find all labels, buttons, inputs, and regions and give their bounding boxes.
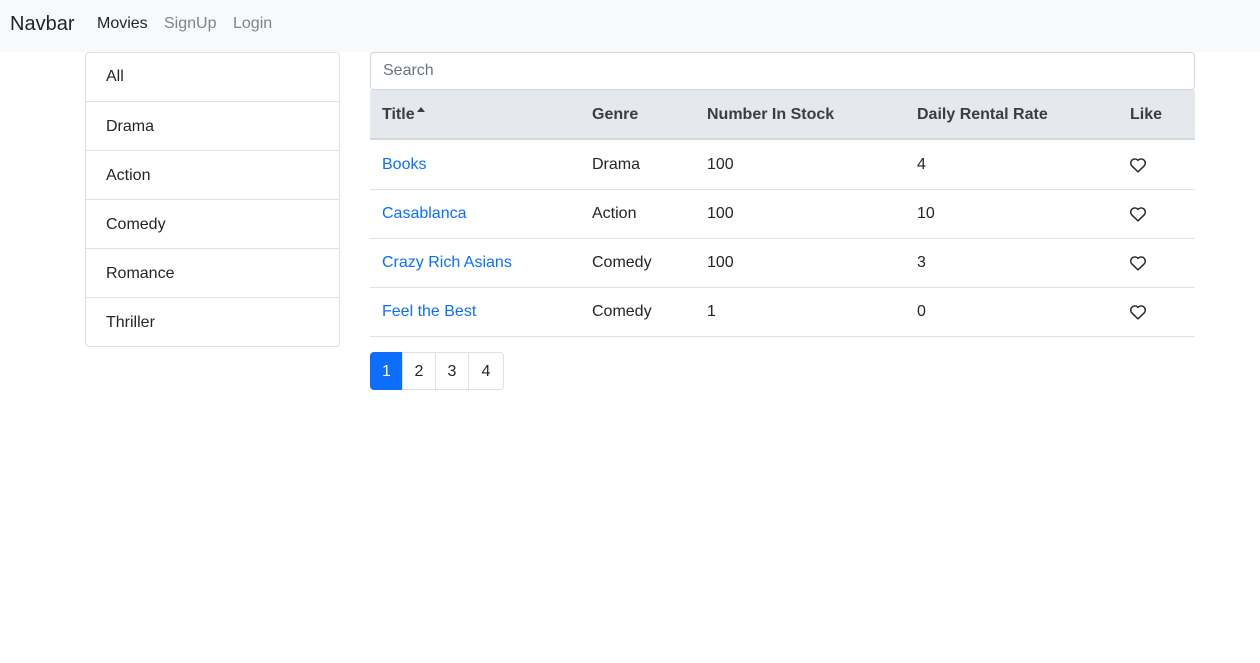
sort-ascending-icon <box>416 107 425 112</box>
table-row: Crazy Rich Asians Comedy 100 3 <box>370 239 1195 288</box>
heart-outline-icon[interactable] <box>1129 255 1147 271</box>
movie-title-link[interactable]: Casablanca <box>382 205 467 223</box>
page-link-2[interactable]: 2 <box>402 352 436 390</box>
page-link-4[interactable]: 4 <box>468 352 504 390</box>
navbar: Navbar Movies SignUp Login <box>0 0 1260 52</box>
movie-stock: 1 <box>707 303 716 320</box>
heart-outline-icon[interactable] <box>1129 304 1147 320</box>
movie-rate: 4 <box>917 156 926 173</box>
movie-genre: Comedy <box>592 254 652 271</box>
genre-item-action[interactable]: Action <box>86 150 339 199</box>
table-header: Title Genre Number In Stock Daily Rental… <box>370 90 1195 140</box>
movie-title-link[interactable]: Books <box>382 156 426 174</box>
heart-outline-icon[interactable] <box>1129 157 1147 173</box>
genre-item-thriller[interactable]: Thriller <box>86 297 339 346</box>
column-header-title-label: Title <box>382 106 415 123</box>
column-header-genre[interactable]: Genre <box>592 106 638 124</box>
genre-list: All Drama Action Comedy Romance Thriller <box>85 52 340 347</box>
navbar-brand[interactable]: Navbar <box>10 12 74 36</box>
pagination: 1 2 3 4 <box>370 352 504 390</box>
genre-item-drama[interactable]: Drama <box>86 101 339 150</box>
movie-rate: 0 <box>917 303 926 320</box>
movie-genre: Drama <box>592 156 641 173</box>
table-row: Books Drama 100 4 <box>370 141 1195 190</box>
nav-link-movies[interactable]: Movies <box>97 14 148 34</box>
movie-title-link[interactable]: Feel the Best <box>382 303 476 321</box>
column-header-title[interactable]: Title <box>382 106 425 124</box>
search-input[interactable] <box>370 52 1195 90</box>
column-header-like: Like <box>1130 106 1163 123</box>
table-row: Casablanca Action 100 10 <box>370 190 1195 239</box>
movie-genre: Action <box>592 205 637 222</box>
movie-stock: 100 <box>707 205 734 222</box>
nav-link-signup[interactable]: SignUp <box>164 14 216 34</box>
movie-stock: 100 <box>707 156 734 173</box>
page-link-3[interactable]: 3 <box>435 352 469 390</box>
movie-stock: 100 <box>707 254 734 271</box>
movie-genre: Comedy <box>592 303 652 320</box>
column-header-rate[interactable]: Daily Rental Rate <box>917 106 1048 124</box>
page-link-1[interactable]: 1 <box>370 352 403 390</box>
nav-link-login[interactable]: Login <box>233 14 272 34</box>
table-row: Feel the Best Comedy 1 0 <box>370 288 1195 337</box>
genre-item-romance[interactable]: Romance <box>86 248 339 297</box>
movie-rate: 10 <box>917 205 935 222</box>
movie-rate: 3 <box>917 254 926 271</box>
genre-item-all[interactable]: All <box>86 53 339 101</box>
heart-outline-icon[interactable] <box>1129 206 1147 222</box>
movie-title-link[interactable]: Crazy Rich Asians <box>382 254 512 272</box>
genre-item-comedy[interactable]: Comedy <box>86 199 339 248</box>
column-header-stock[interactable]: Number In Stock <box>707 106 834 124</box>
